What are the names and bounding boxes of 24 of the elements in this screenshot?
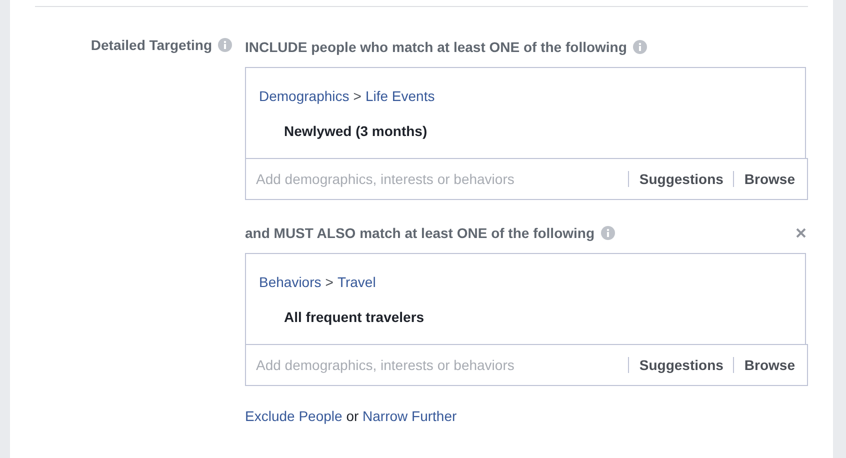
footer-link[interactable]: Narrow Further [362, 408, 457, 424]
search-field[interactable]: Add demographics, interests or behaviors Suggestions Browse [245, 158, 808, 200]
category-link[interactable]: Demographics [259, 86, 350, 106]
field-label: Detailed Targeting [90, 36, 212, 55]
group-heading: INCLUDE people who match at least ONE of the following [245, 38, 627, 57]
category-link[interactable]: Travel [337, 272, 376, 292]
close-button[interactable] [796, 228, 806, 238]
selected-item: Newlywed (3 months) [284, 122, 428, 141]
footer-sentence: Exclude People or Narrow Further [245, 406, 457, 426]
footer-link[interactable]: Exclude People [245, 408, 342, 424]
info-icon [632, 40, 647, 54]
selected-item: All frequent travelers [284, 308, 424, 327]
category-link[interactable]: Life Events [365, 86, 435, 106]
path-separator: > [353, 86, 362, 106]
action-button[interactable]: Suggestions [639, 168, 724, 190]
path-separator: > [325, 272, 334, 292]
search-field[interactable]: Add demographics, interests or behaviors Suggestions Browse [245, 344, 808, 386]
action-button[interactable]: Suggestions [639, 354, 724, 376]
action-button[interactable]: Browse [744, 354, 795, 376]
group-heading: and MUST ALSO match at least ONE of the following [245, 224, 595, 243]
action-button[interactable]: Browse [744, 168, 795, 190]
category-link[interactable]: Behaviors [259, 272, 322, 292]
info-icon [218, 38, 232, 52]
info-icon [600, 226, 615, 240]
